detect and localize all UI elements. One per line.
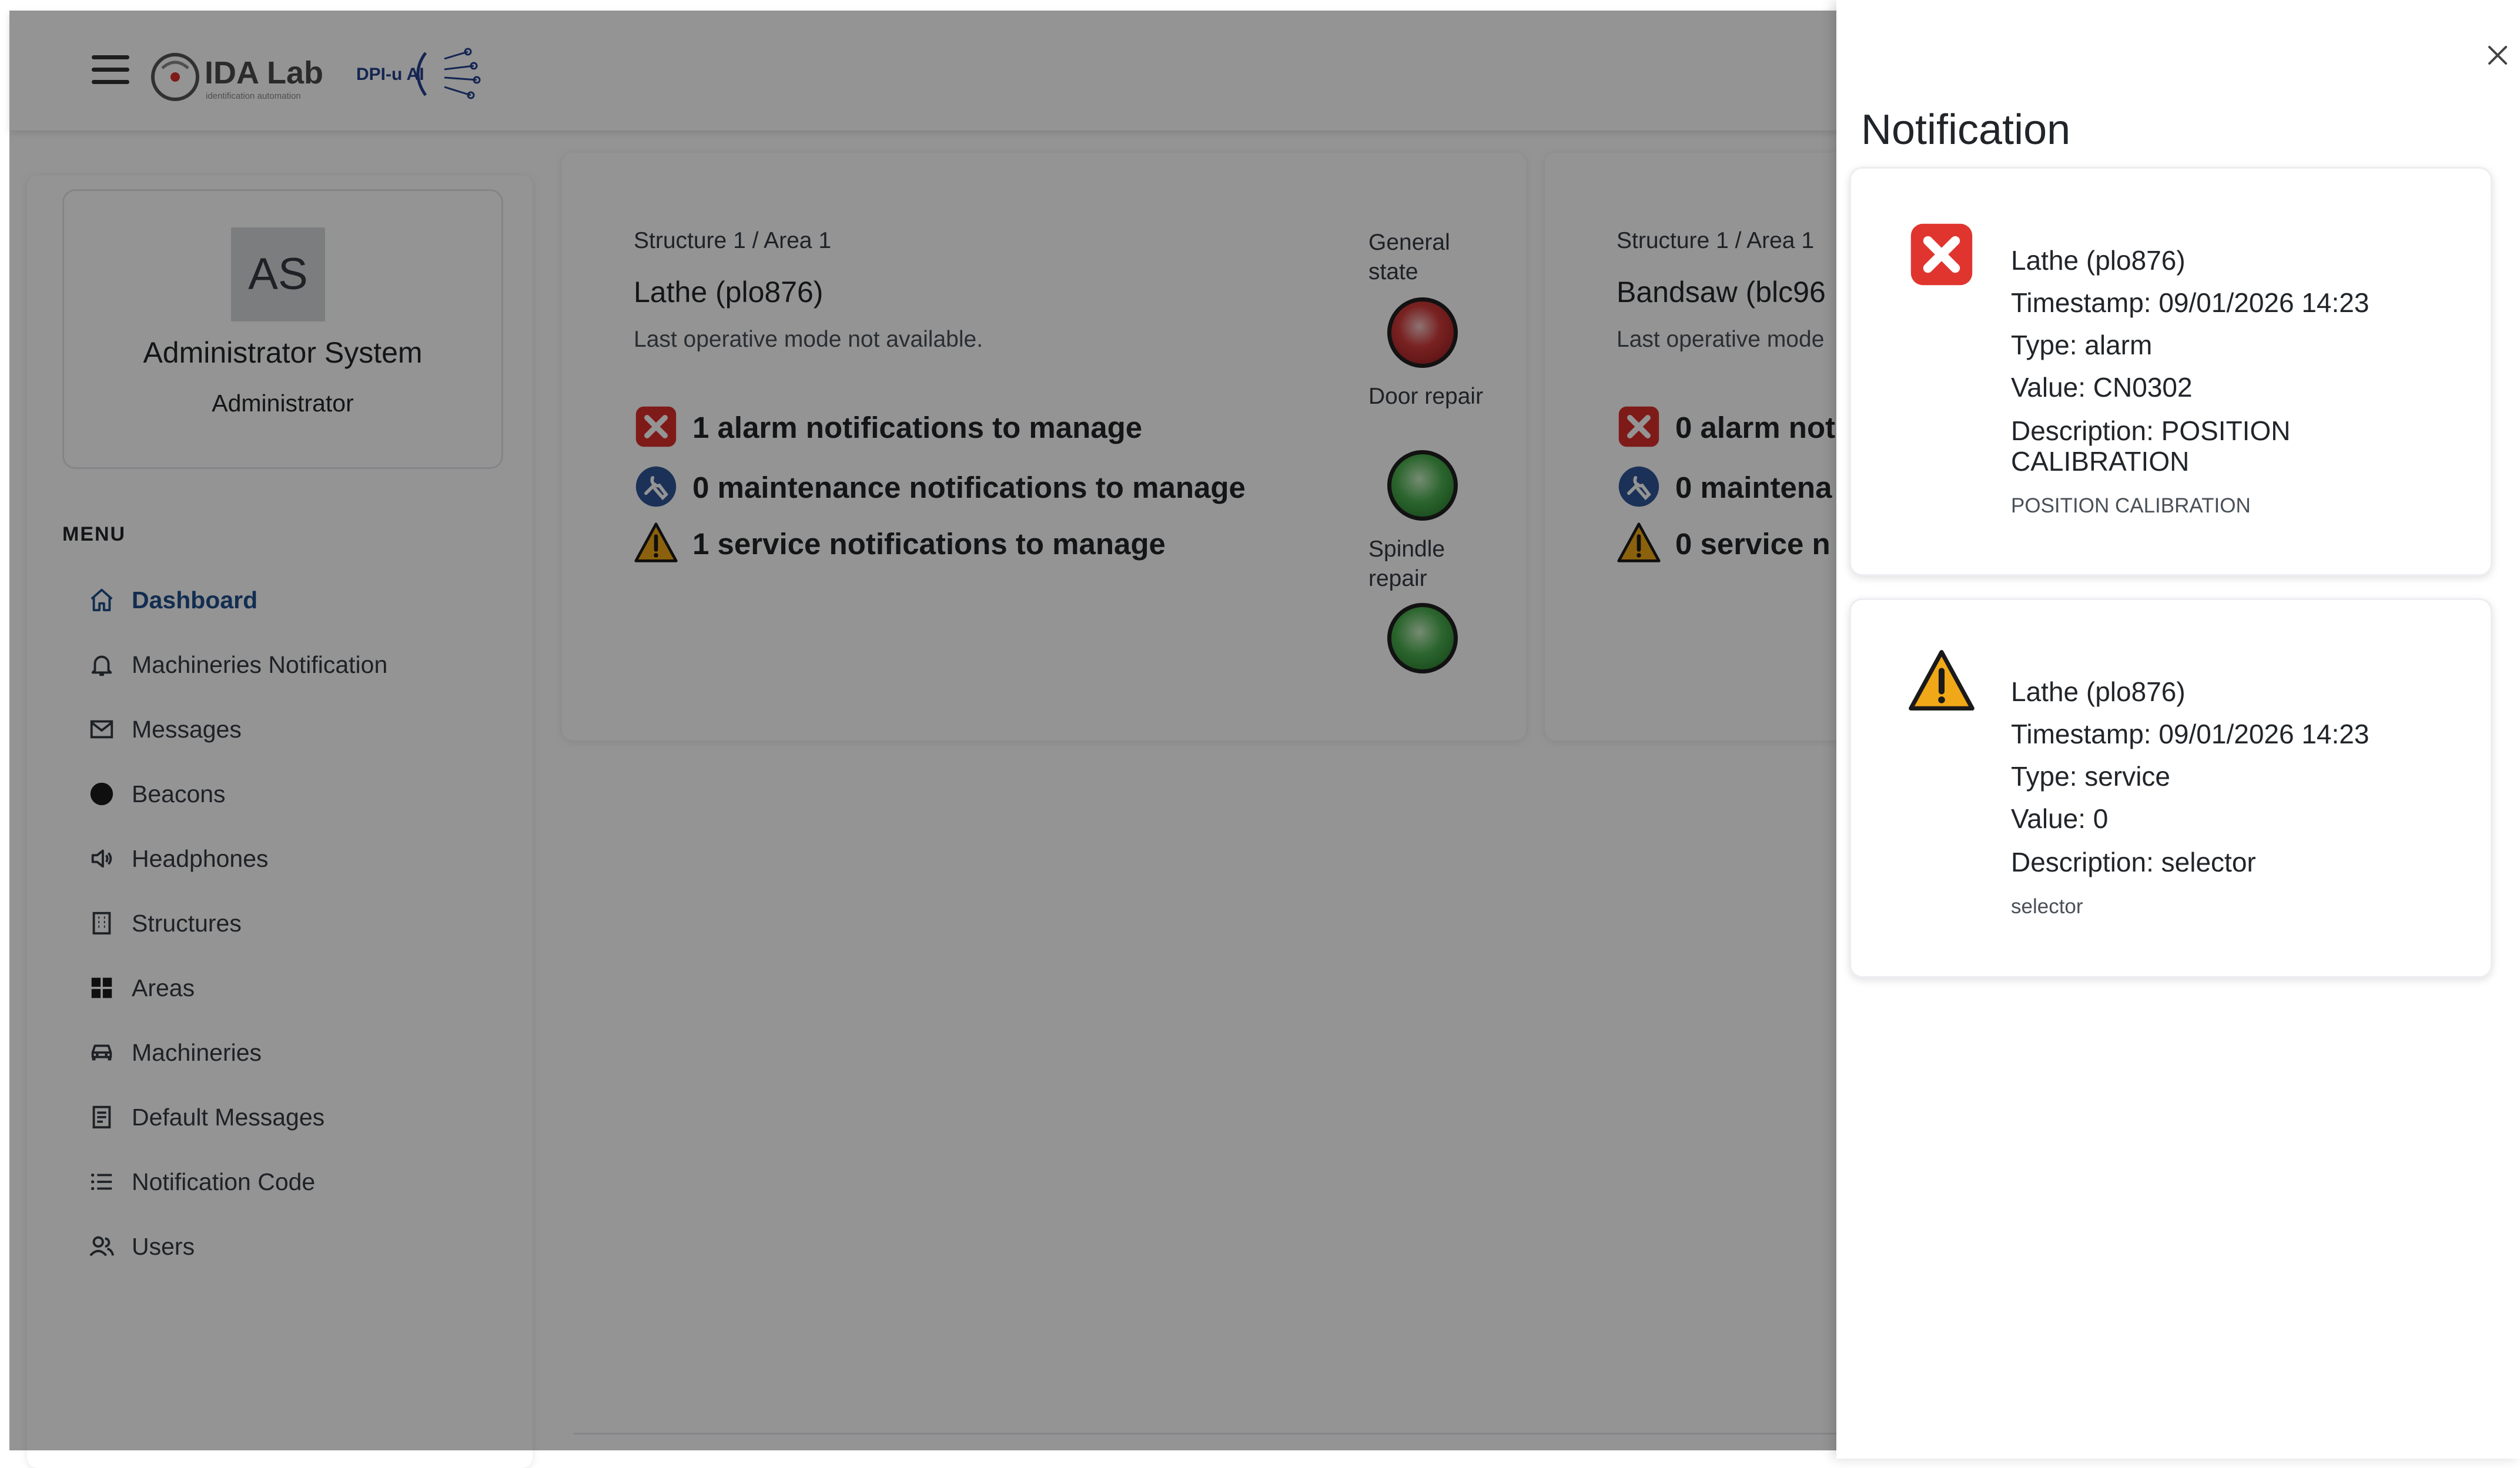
notification-type: Type: alarm [2011,330,2153,360]
notification-detail: selector [2011,895,2083,918]
notification-details: Lathe (plo876) Timestamp: 09/01/2026 14:… [2011,239,2458,527]
notification-value: Value: 0 [2011,803,2109,834]
notification-title: Lathe (plo876) [2011,245,2186,276]
warning-icon [1909,650,1974,711]
notification-timestamp: Timestamp: 09/01/2026 14:23 [2011,719,2370,749]
notification-timestamp: Timestamp: 09/01/2026 14:23 [2011,287,2370,318]
notification-title: Lathe (plo876) [2011,676,2186,707]
notification-type: Type: service [2011,761,2170,792]
notification-card[interactable]: Lathe (plo876) Timestamp: 09/01/2026 14:… [1849,598,2492,978]
notification-description: Description: selector [2011,847,2256,877]
panel-title: Notification [1861,106,2071,153]
notification-description: Description: POSITION CALIBRATION [2011,415,2291,477]
notification-detail: POSITION CALIBRATION [2011,494,2251,517]
notification-value: Value: CN0302 [2011,372,2193,403]
notification-card[interactable]: Lathe (plo876) Timestamp: 09/01/2026 14:… [1849,167,2492,576]
modal-backdrop[interactable] [9,11,1836,1450]
notification-details: Lathe (plo876) Timestamp: 09/01/2026 14:… [2011,671,2458,928]
close-icon[interactable] [2484,41,2512,69]
error-icon [1910,223,1973,286]
